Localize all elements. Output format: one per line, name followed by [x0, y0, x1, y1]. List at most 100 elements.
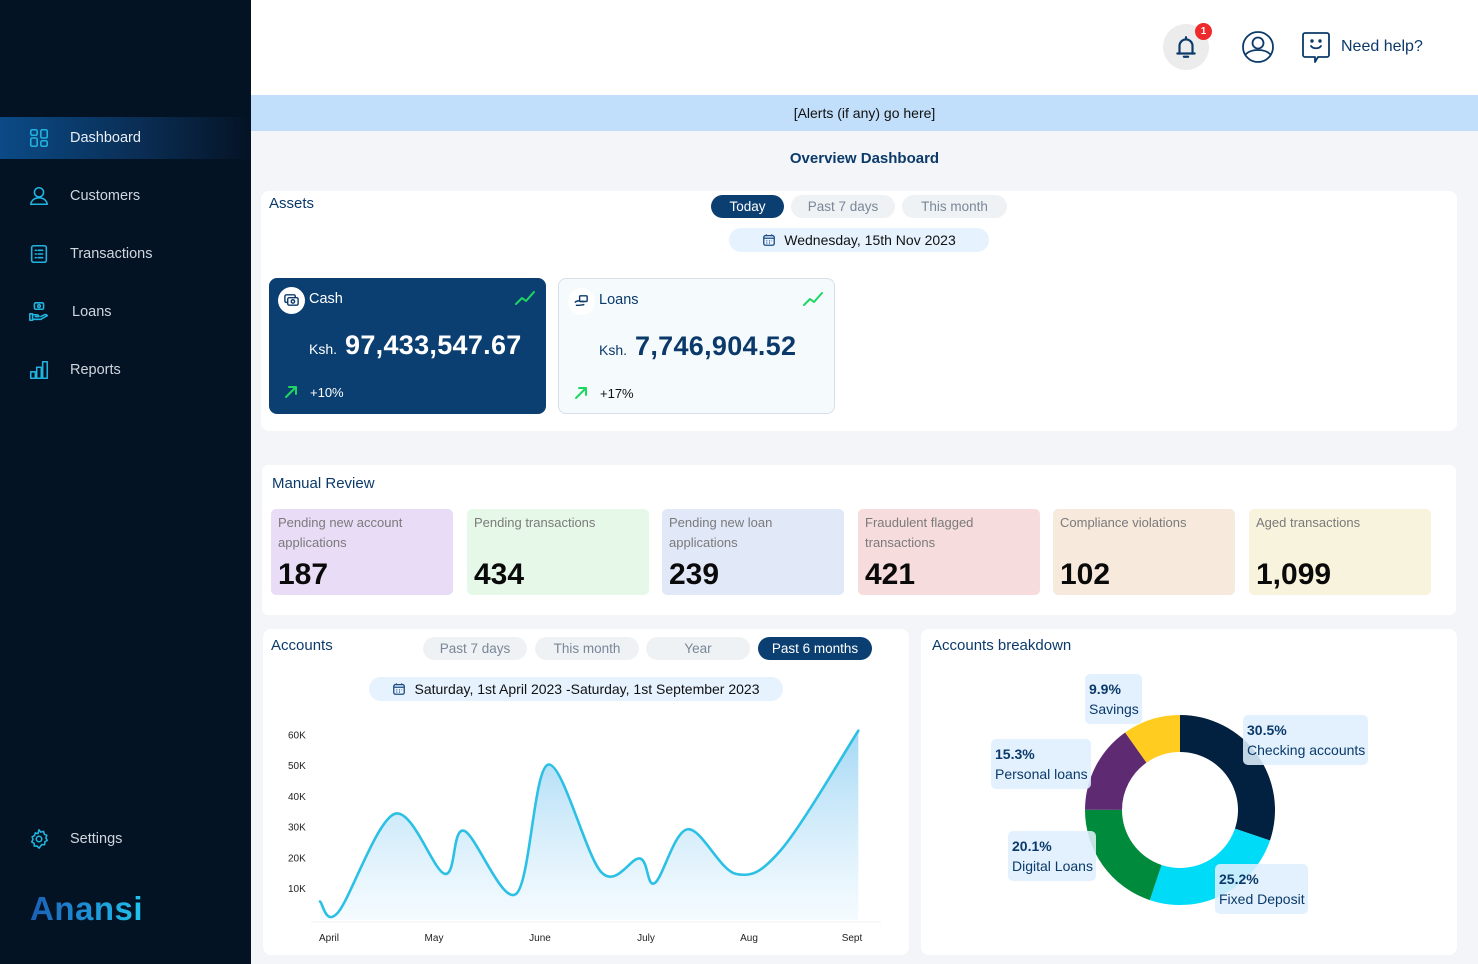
x-tick-label: Sept — [842, 933, 863, 944]
review-card-value: 187 — [278, 558, 329, 591]
accounts-filter-past-7-days[interactable]: Past 7 days — [423, 637, 527, 660]
receipt-list-icon — [28, 243, 50, 265]
profile-button[interactable] — [1241, 30, 1275, 64]
donut-label: 20.1% Digital Loans — [1008, 831, 1096, 881]
review-card[interactable]: Pending new loan applications 239 — [662, 509, 844, 595]
review-card[interactable]: Compliance violations 102 — [1053, 509, 1235, 595]
accounts-area-chart: 10K 20K 30K 40K 50K 60K April May June July Aug Sep… — [288, 729, 881, 944]
review-card[interactable]: Pending transactions 434 — [467, 509, 649, 595]
trend-up-icon — [802, 291, 824, 307]
x-tick-label: Aug — [740, 933, 758, 944]
donut-label-percent: 25.2% — [1219, 871, 1259, 887]
chat-smile-icon — [1301, 30, 1331, 64]
calendar-icon — [763, 234, 776, 246]
need-help-button[interactable]: Need help? — [1301, 30, 1423, 64]
review-card-label: Pending new loan applications — [669, 515, 773, 550]
manual-review-title: Manual Review — [272, 475, 375, 492]
accounts-date-range-label: Saturday, 1st April 2023 -Saturday, 1st … — [414, 681, 760, 697]
accounts-filter-year[interactable]: Year — [646, 637, 750, 660]
asset-delta: +10% — [310, 385, 344, 400]
accounts-breakdown-title: Accounts breakdown — [932, 637, 1072, 654]
donut-label: 9.9% Savings — [1085, 674, 1142, 724]
x-tick-label: May — [425, 933, 444, 944]
donut-label-name: Fixed Deposit — [1219, 891, 1305, 907]
sidebar-item-customers[interactable]: Customers — [0, 175, 251, 217]
sidebar-item-dashboard[interactable]: Dashboard — [0, 117, 251, 159]
review-card[interactable]: Aged transactions 1,099 — [1249, 509, 1431, 595]
calendar-icon — [393, 683, 406, 695]
notification-badge: 1 — [1195, 23, 1212, 40]
accounts-date-range-picker[interactable]: Saturday, 1st April 2023 -Saturday, 1st … — [369, 677, 783, 701]
sidebar-item-settings[interactable]: Settings — [0, 818, 251, 860]
review-card-value: 239 — [669, 558, 720, 591]
accounts-filter-past-6-months[interactable]: Past 6 months — [758, 637, 872, 660]
assets-filter-this-month[interactable]: This month — [902, 195, 1007, 218]
user-icon — [28, 185, 50, 207]
area-fill — [320, 730, 859, 920]
review-card[interactable]: Pending new account applications 187 — [271, 509, 453, 595]
notifications-button[interactable]: 1 — [1163, 23, 1212, 70]
review-card-value: 1,099 — [1256, 558, 1332, 591]
arrow-up-right-icon — [574, 386, 588, 400]
review-card-value: 421 — [865, 558, 916, 591]
y-tick-label: 50K — [288, 761, 306, 772]
assets-filter-past-7-days[interactable]: Past 7 days — [791, 195, 895, 218]
y-tick-label: 10K — [288, 884, 306, 895]
gear-icon — [28, 828, 50, 850]
accounts-filter-this-month[interactable]: This month — [535, 637, 639, 660]
sidebar-item-reports[interactable]: Reports — [0, 349, 251, 391]
review-card-value: 102 — [1060, 558, 1111, 591]
y-tick-label: 30K — [288, 823, 306, 834]
cash-icon — [278, 287, 305, 314]
sidebar-item-label: Dashboard — [70, 130, 141, 146]
donut-label: 30.5% Checking accounts — [1243, 715, 1369, 765]
y-tick-label: 20K — [288, 853, 306, 864]
assets-date-picker[interactable]: Wednesday, 15th Nov 2023 — [729, 228, 989, 252]
accounts-title: Accounts — [271, 637, 333, 654]
arrow-up-right-icon — [284, 385, 298, 399]
asset-value: 7,746,904.52 — [635, 331, 797, 361]
sidebar-item-label: Reports — [70, 362, 121, 378]
review-card[interactable]: Fraudulent flagged transactions 421 — [858, 509, 1040, 595]
sidebar-item-label: Transactions — [70, 246, 153, 262]
donut-label-name: Personal loans — [995, 766, 1088, 782]
top-header: 1 Need help? — [251, 0, 1478, 95]
sidebar-item-label: Settings — [70, 831, 123, 847]
x-tick-label: June — [529, 933, 551, 944]
asset-value: 97,433,547.67 — [345, 330, 522, 360]
assets-date-label: Wednesday, 15th Nov 2023 — [784, 232, 956, 248]
dashboard-grid-icon — [28, 127, 50, 149]
donut-label-percent: 20.1% — [1012, 838, 1052, 854]
currency-label: Ksh. — [309, 341, 338, 357]
review-card-label: Pending new account applications — [278, 515, 403, 550]
asset-name: Cash — [309, 291, 343, 307]
bell-icon — [1176, 36, 1196, 58]
asset-card-cash[interactable]: Cash Ksh. 97,433,547.67 +10% — [269, 278, 546, 414]
hand-money-icon — [28, 301, 50, 323]
assets-filter-today[interactable]: Today — [711, 195, 784, 218]
donut-label-name: Digital Loans — [1012, 858, 1093, 874]
sidebar-item-transactions[interactable]: Transactions — [0, 233, 251, 275]
sidebar-item-loans[interactable]: Loans — [0, 291, 251, 333]
asset-card-loans[interactable]: Loans Ksh. 7,746,904.52 +17% — [558, 278, 835, 414]
x-tick-label: July — [637, 933, 655, 944]
y-tick-label: 40K — [288, 792, 306, 803]
y-tick-label: 60K — [288, 730, 306, 741]
assets-title: Assets — [269, 195, 315, 212]
hand-money-icon — [568, 288, 595, 315]
donut-label-name: Savings — [1089, 701, 1139, 717]
review-card-label: Fraudulent flagged transactions — [865, 515, 974, 550]
page-title: Overview Dashboard — [789, 150, 940, 167]
review-card-value: 434 — [474, 558, 525, 591]
donut-label: 15.3% Personal loans — [991, 739, 1091, 789]
asset-name: Loans — [599, 292, 639, 308]
anansi-logo[interactable]: Anansi — [30, 890, 143, 928]
review-card-label: Compliance violations — [1060, 515, 1187, 530]
sidebar-item-label: Customers — [70, 188, 141, 204]
x-tick-label: April — [319, 933, 339, 944]
donut-slice-digital-loans[interactable] — [1085, 809, 1162, 901]
donut-label: 25.2% Fixed Deposit — [1215, 864, 1308, 914]
donut-label-percent: 30.5% — [1247, 722, 1287, 738]
donut-label-percent: 15.3% — [995, 746, 1035, 762]
donut-label-percent: 9.9% — [1089, 681, 1121, 697]
